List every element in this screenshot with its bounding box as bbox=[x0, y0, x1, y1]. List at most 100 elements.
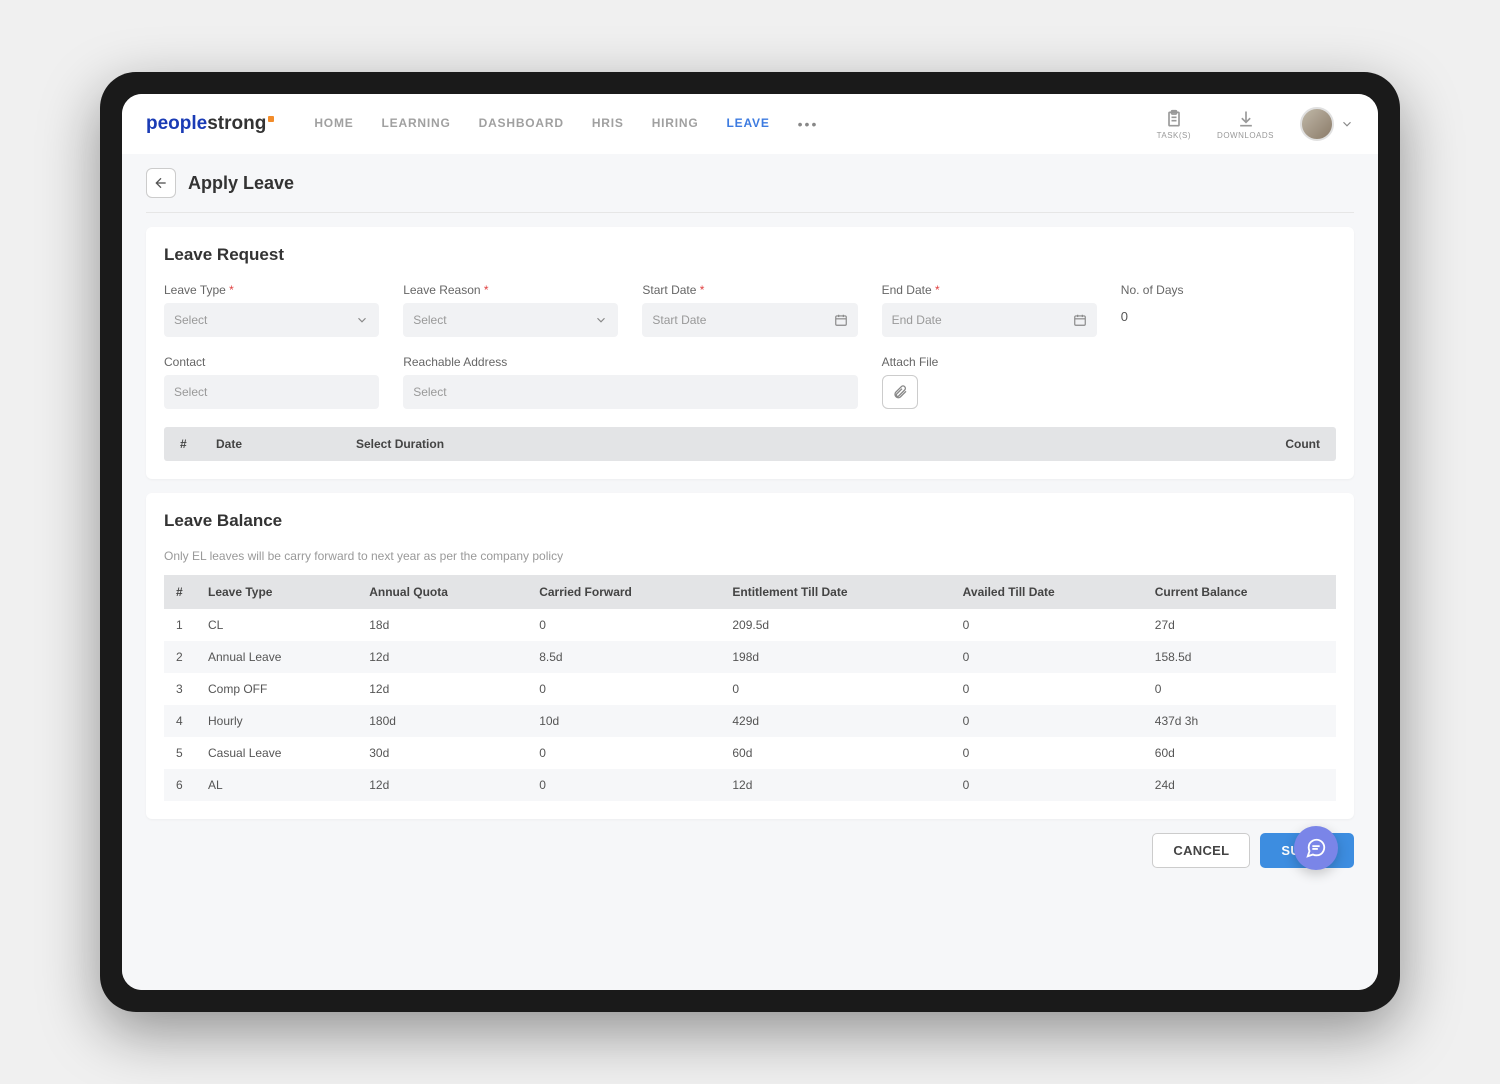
balance-cell: 209.5d bbox=[720, 609, 950, 641]
nav-home[interactable]: HOME bbox=[314, 116, 353, 132]
balance-cell: 12d bbox=[720, 769, 950, 801]
downloads-button[interactable]: DOWNLOADS bbox=[1217, 109, 1274, 140]
col-select-duration: Select Duration bbox=[356, 437, 1260, 451]
label-no-of-days: No. of Days bbox=[1121, 283, 1336, 297]
balance-row: 1CL18d0209.5d027d bbox=[164, 609, 1336, 641]
page-title: Apply Leave bbox=[188, 173, 294, 194]
balance-cell: 24d bbox=[1143, 769, 1336, 801]
tablet-frame: people strong HOMELEARNINGDASHBOARDHRISH… bbox=[100, 72, 1400, 1012]
balance-note: Only EL leaves will be carry forward to … bbox=[164, 549, 1336, 563]
balance-cell: 30d bbox=[357, 737, 527, 769]
balance-cell: 0 bbox=[951, 609, 1143, 641]
balance-cell: 0 bbox=[527, 673, 720, 705]
label-contact: Contact bbox=[164, 355, 379, 369]
label-leave-type: Leave Type * bbox=[164, 283, 379, 297]
clipboard-icon bbox=[1164, 109, 1184, 129]
balance-cell: 158.5d bbox=[1143, 641, 1336, 673]
leave-request-card: Leave Request Leave Type * Select Leave … bbox=[146, 227, 1354, 479]
balance-cell: 1 bbox=[164, 609, 196, 641]
tasks-button[interactable]: TASK(S) bbox=[1157, 109, 1191, 140]
nav-hris[interactable]: HRIS bbox=[592, 116, 624, 132]
input-contact[interactable]: Select bbox=[164, 375, 379, 409]
paperclip-icon bbox=[892, 384, 908, 400]
balance-cell: 10d bbox=[527, 705, 720, 737]
nav-learning[interactable]: LEARNING bbox=[382, 116, 451, 132]
balance-row: 6AL12d012d024d bbox=[164, 769, 1336, 801]
balance-cell: 27d bbox=[1143, 609, 1336, 641]
balance-cell: 0 bbox=[527, 737, 720, 769]
input-reachable-address[interactable]: Select bbox=[403, 375, 857, 409]
balance-cell: 0 bbox=[951, 705, 1143, 737]
balance-cell: CL bbox=[196, 609, 357, 641]
input-start-date[interactable]: Start Date bbox=[642, 303, 857, 337]
user-menu[interactable] bbox=[1300, 107, 1354, 141]
balance-cell: AL bbox=[196, 769, 357, 801]
brand-logo[interactable]: people strong bbox=[146, 113, 274, 135]
balance-row: 2Annual Leave12d8.5d198d0158.5d bbox=[164, 641, 1336, 673]
downloads-label: DOWNLOADS bbox=[1217, 131, 1274, 140]
field-contact: Contact Select bbox=[164, 355, 379, 409]
balance-col-header: Carried Forward bbox=[527, 575, 720, 609]
attach-file-button[interactable] bbox=[882, 375, 918, 409]
balance-table: #Leave TypeAnnual QuotaCarried ForwardEn… bbox=[164, 575, 1336, 801]
content: Apply Leave Leave Request Leave Type * S… bbox=[122, 154, 1378, 990]
avatar bbox=[1300, 107, 1334, 141]
chevron-down-icon bbox=[594, 313, 608, 327]
balance-cell: 60d bbox=[720, 737, 950, 769]
balance-body: 1CL18d0209.5d027d2Annual Leave12d8.5d198… bbox=[164, 609, 1336, 801]
label-reachable-address: Reachable Address bbox=[403, 355, 857, 369]
balance-header-row: #Leave TypeAnnual QuotaCarried ForwardEn… bbox=[164, 575, 1336, 609]
label-start-date: Start Date * bbox=[642, 283, 857, 297]
duration-table-header: # Date Select Duration Count bbox=[164, 427, 1336, 461]
balance-cell: 0 bbox=[1143, 673, 1336, 705]
leave-balance-title: Leave Balance bbox=[164, 511, 1336, 531]
select-leave-reason[interactable]: Select bbox=[403, 303, 618, 337]
input-end-date[interactable]: End Date bbox=[882, 303, 1097, 337]
field-end-date: End Date * End Date bbox=[882, 283, 1097, 337]
balance-col-header: Leave Type bbox=[196, 575, 357, 609]
field-attach-file: Attach File bbox=[882, 355, 1097, 409]
balance-cell: 12d bbox=[357, 641, 527, 673]
chevron-down-icon bbox=[1340, 117, 1354, 131]
cancel-button[interactable]: CANCEL bbox=[1152, 833, 1250, 868]
value-no-of-days: 0 bbox=[1121, 303, 1336, 324]
col-date: Date bbox=[216, 437, 356, 451]
balance-cell: 0 bbox=[720, 673, 950, 705]
label-leave-reason: Leave Reason * bbox=[403, 283, 618, 297]
balance-cell: 0 bbox=[951, 737, 1143, 769]
footer-buttons: CANCEL SUBMIT bbox=[146, 833, 1354, 868]
balance-col-header: Annual Quota bbox=[357, 575, 527, 609]
brand-prefix: people bbox=[146, 113, 207, 135]
screen: people strong HOMELEARNINGDASHBOARDHRISH… bbox=[122, 94, 1378, 990]
balance-cell: Hourly bbox=[196, 705, 357, 737]
select-leave-type[interactable]: Select bbox=[164, 303, 379, 337]
balance-cell: 0 bbox=[951, 641, 1143, 673]
nav-dashboard[interactable]: DASHBOARD bbox=[479, 116, 564, 132]
nav-more[interactable]: ••• bbox=[798, 116, 819, 132]
balance-col-header: # bbox=[164, 575, 196, 609]
balance-cell: 0 bbox=[527, 769, 720, 801]
calendar-icon bbox=[1073, 313, 1087, 327]
label-end-date: End Date * bbox=[882, 283, 1097, 297]
topbar: people strong HOMELEARNINGDASHBOARDHRISH… bbox=[122, 94, 1378, 154]
balance-row: 3Comp OFF12d0000 bbox=[164, 673, 1336, 705]
balance-cell: Comp OFF bbox=[196, 673, 357, 705]
chat-fab[interactable] bbox=[1294, 826, 1338, 870]
balance-col-header: Availed Till Date bbox=[951, 575, 1143, 609]
balance-cell: 0 bbox=[951, 769, 1143, 801]
field-reachable-address: Reachable Address Select bbox=[403, 355, 857, 409]
balance-cell: 8.5d bbox=[527, 641, 720, 673]
balance-cell: 4 bbox=[164, 705, 196, 737]
balance-cell: 0 bbox=[527, 609, 720, 641]
col-count: Count bbox=[1260, 437, 1320, 451]
nav-links: HOME LEARNING DASHBOARD HRIS HIRING LEAVE ••• bbox=[314, 116, 1156, 132]
back-button[interactable] bbox=[146, 168, 176, 198]
balance-cell: 18d bbox=[357, 609, 527, 641]
balance-cell: 12d bbox=[357, 769, 527, 801]
nav-hiring[interactable]: HIRING bbox=[652, 116, 699, 132]
balance-row: 5Casual Leave30d060d060d bbox=[164, 737, 1336, 769]
field-leave-reason: Leave Reason * Select bbox=[403, 283, 618, 337]
brand-accent-icon bbox=[268, 116, 274, 122]
nav-leave[interactable]: LEAVE bbox=[727, 116, 770, 132]
balance-cell: Casual Leave bbox=[196, 737, 357, 769]
